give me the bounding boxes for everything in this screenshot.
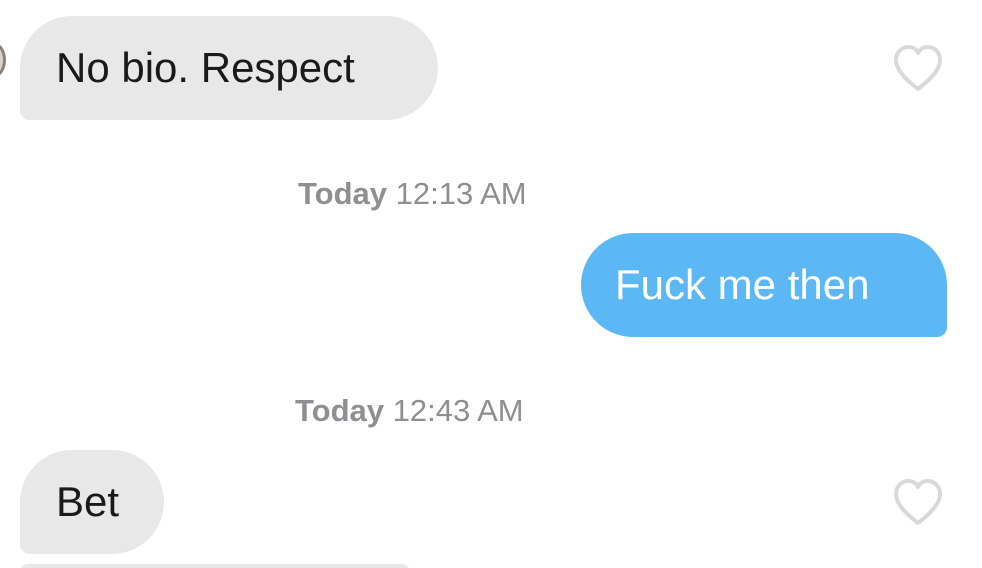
sender-avatar[interactable] (0, 42, 6, 78)
timestamp-day: Today (298, 176, 387, 211)
timestamp-time: 12:13 AM (395, 176, 527, 211)
message-bubble-partial[interactable] (20, 564, 410, 568)
message-bubble-incoming[interactable]: Bet (20, 450, 164, 554)
timestamp: Today 12:43 AM (295, 393, 524, 429)
heart-outline-icon[interactable] (890, 476, 946, 528)
message-text: Fuck me then (615, 261, 870, 308)
message-bubble-outgoing[interactable]: Fuck me then (581, 233, 947, 337)
timestamp-time: 12:43 AM (392, 393, 524, 428)
chat-thread: No bio. Respect Today 12:13 AM Fuck me t… (0, 0, 982, 568)
timestamp: Today 12:13 AM (298, 176, 527, 212)
timestamp-day: Today (295, 393, 384, 428)
message-bubble-incoming[interactable]: No bio. Respect (20, 16, 438, 120)
heart-outline-icon[interactable] (890, 42, 946, 94)
message-text: Bet (56, 478, 120, 525)
message-text: No bio. Respect (56, 44, 355, 91)
